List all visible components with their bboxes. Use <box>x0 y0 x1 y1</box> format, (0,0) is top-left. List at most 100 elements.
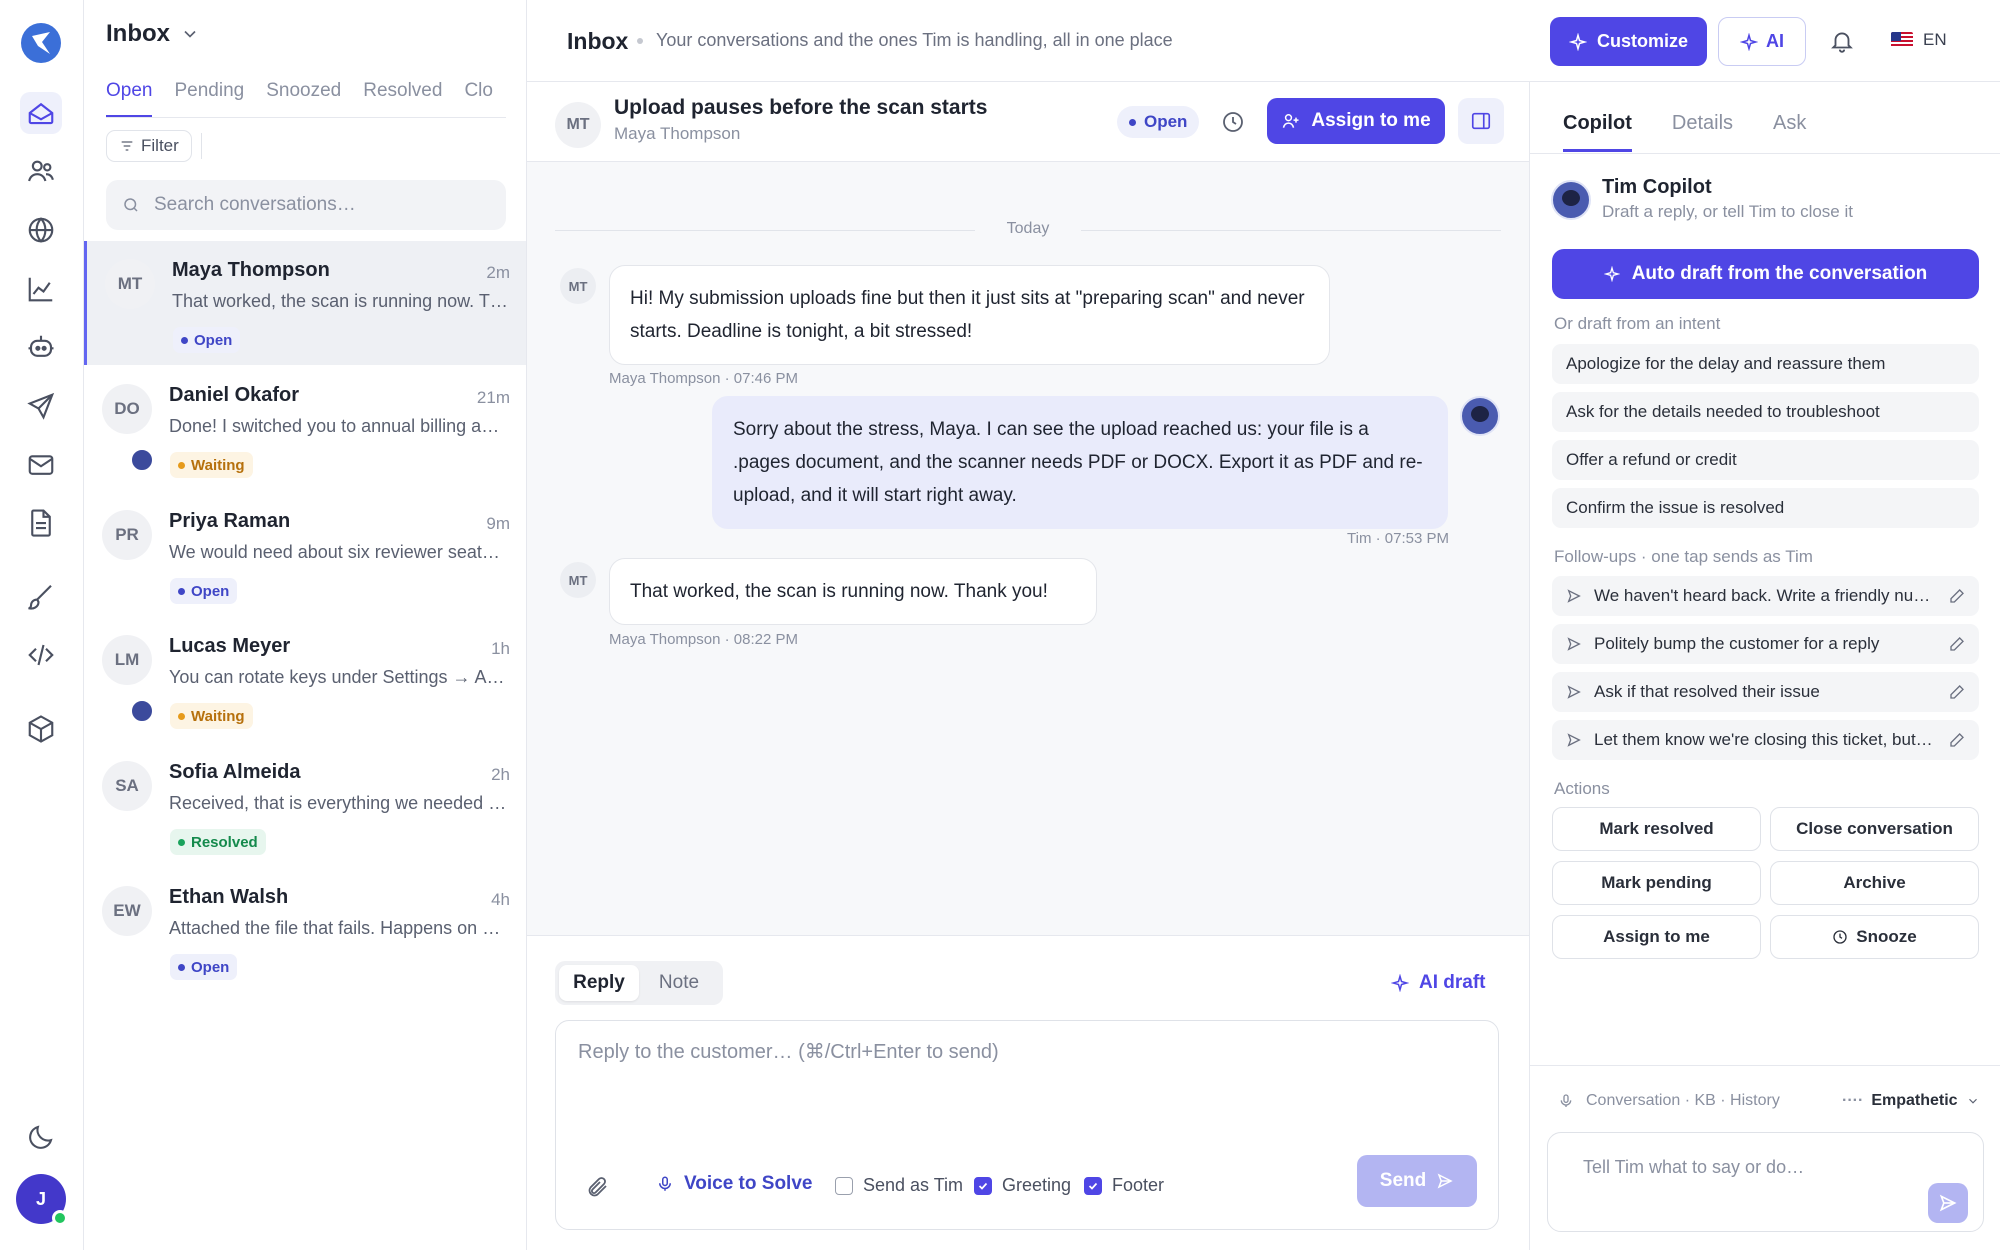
bot-icon[interactable] <box>20 326 62 368</box>
archive-button[interactable]: Archive <box>1770 861 1979 905</box>
edit-icon[interactable] <box>1949 588 1965 604</box>
tone-indicator-icon: ···· <box>1842 1092 1864 1109</box>
status-badge-label: Open <box>191 582 230 600</box>
tab-snoozed[interactable]: Snoozed <box>266 80 341 117</box>
message-bubble: That worked, the scan is running now. Th… <box>609 558 1097 625</box>
edit-icon[interactable] <box>1949 636 1965 652</box>
followup-item[interactable]: Ask if that resolved their issue <box>1552 672 1979 712</box>
send-as-tim-checkbox[interactable]: Send as Tim <box>835 1175 963 1196</box>
tone-selector[interactable]: ···· Empathetic <box>1842 1092 1980 1110</box>
conversation-item[interactable]: SA Sofia Almeida 2h Received, that is ev… <box>84 743 526 867</box>
toggle-panel-button[interactable] <box>1458 98 1504 144</box>
conversation-preview: Received, that is everything we needed f… <box>169 793 507 813</box>
tab-pending[interactable]: Pending <box>174 80 244 117</box>
footer-checkbox[interactable]: Footer <box>1084 1175 1164 1196</box>
send-icon <box>1567 685 1581 699</box>
send-icon[interactable] <box>20 385 62 427</box>
clock-icon[interactable] <box>1221 110 1245 134</box>
send-icon <box>1567 637 1581 651</box>
search-input[interactable]: Search conversations… <box>106 180 506 230</box>
dark-mode-icon[interactable] <box>20 1116 62 1158</box>
conversation-item[interactable]: MT Maya Thompson 2m That worked, the sca… <box>84 241 526 365</box>
attachment-icon[interactable] <box>586 1175 610 1199</box>
document-icon[interactable] <box>20 502 62 544</box>
mark-pending-button[interactable]: Mark pending <box>1552 861 1761 905</box>
conversation-time: 4h <box>491 890 510 909</box>
message-bubble-agent: Sorry about the stress, Maya. I can see … <box>712 396 1448 529</box>
assign-to-me-action-button[interactable]: Assign to me <box>1552 915 1761 959</box>
tab-resolved[interactable]: Resolved <box>363 80 442 117</box>
bell-icon[interactable] <box>1829 28 1855 54</box>
customize-button[interactable]: Customize <box>1550 17 1707 66</box>
mail-icon[interactable] <box>20 444 62 486</box>
mark-resolved-button[interactable]: Mark resolved <box>1552 807 1761 851</box>
add-user-icon <box>1283 114 1299 128</box>
status-label: Open <box>1144 112 1188 131</box>
followup-text: Ask if that resolved their issue <box>1594 682 1820 701</box>
assign-to-me-button[interactable]: Assign to me <box>1267 98 1445 144</box>
copilot-panel: Copilot Details Ask Tim Copilot Draft a … <box>1529 82 2000 1250</box>
conversation-preview: Attached the file that fails. Happens on… <box>169 918 507 938</box>
tab-details[interactable]: Details <box>1672 112 1733 152</box>
intent-option[interactable]: Offer a refund or credit <box>1552 440 1979 480</box>
greeting-checkbox[interactable]: Greeting <box>974 1175 1071 1196</box>
edit-icon[interactable] <box>1949 684 1965 700</box>
checkbox-checked <box>1084 1176 1102 1195</box>
message-thread: Today MT Hi! My submission uploads fine … <box>527 162 1529 935</box>
followup-text: Politely bump the customer for a reply <box>1594 634 1880 653</box>
search-placeholder: Search conversations… <box>154 194 356 215</box>
intent-option[interactable]: Confirm the issue is resolved <box>1552 488 1979 528</box>
tab-copilot[interactable]: Copilot <box>1563 112 1632 152</box>
ai-draft-button[interactable]: AI draft <box>1391 972 1486 994</box>
conversation-item[interactable]: DO Daniel Okafor 21m Done! I switched yo… <box>84 366 526 490</box>
conversation-time: 9m <box>486 514 510 533</box>
language-selector[interactable]: EN <box>1891 30 1947 50</box>
top-bar: Inbox Your conversations and the ones Ti… <box>527 0 2000 82</box>
contact-avatar: MT <box>105 259 155 309</box>
voice-to-solve-button[interactable]: Voice to Solve <box>656 1173 812 1195</box>
search-icon <box>124 198 138 212</box>
context-sources[interactable]: Conversation · KB · History <box>1558 1092 1780 1110</box>
followup-item[interactable]: Let them know we're closing this ticket,… <box>1552 720 1979 760</box>
followup-item[interactable]: Politely bump the customer for a reply <box>1552 624 1979 664</box>
tab-closed[interactable]: Clo <box>464 80 493 117</box>
analytics-icon[interactable] <box>20 268 62 310</box>
inbox-icon[interactable] <box>20 92 62 134</box>
followup-item[interactable]: We haven't heard back. Write a friendly … <box>1552 576 1979 616</box>
intent-option[interactable]: Ask for the details needed to troublesho… <box>1552 392 1979 432</box>
snooze-button[interactable]: Snooze <box>1770 915 1979 959</box>
composer-area: Reply Note AI draft Reply to the custome… <box>527 935 1529 1250</box>
reply-mode-tab[interactable]: Reply <box>559 965 639 1001</box>
customize-label: Customize <box>1596 31 1688 51</box>
brush-icon[interactable] <box>20 576 62 618</box>
contacts-icon[interactable] <box>20 150 62 192</box>
intent-option[interactable]: Apologize for the delay and reassure the… <box>1552 344 1979 384</box>
contact-avatar: EW <box>102 886 152 936</box>
status-badge[interactable]: Open <box>1117 106 1200 138</box>
auto-draft-button[interactable]: Auto draft from the conversation <box>1552 249 1979 299</box>
ask-send-button[interactable] <box>1928 1183 1968 1223</box>
ai-button[interactable]: AI <box>1718 17 1806 66</box>
tab-open[interactable]: Open <box>106 80 153 117</box>
bot-handling-icon <box>130 448 154 472</box>
edit-icon[interactable] <box>1949 732 1965 748</box>
assign-label: Assign to me <box>1311 110 1431 131</box>
tab-ask[interactable]: Ask <box>1773 112 1806 152</box>
send-button[interactable]: Send <box>1357 1155 1477 1207</box>
conversation-item[interactable]: PR Priya Raman 9m We would need about si… <box>84 492 526 616</box>
footer-label: Footer <box>1112 1175 1165 1195</box>
conversation-item[interactable]: EW Ethan Walsh 4h Attached the file that… <box>84 868 526 992</box>
note-mode-tab[interactable]: Note <box>639 965 719 1001</box>
code-icon[interactable] <box>20 634 62 676</box>
brand-logo-icon[interactable] <box>20 22 62 64</box>
filter-button[interactable]: Filter <box>106 130 192 162</box>
reply-input[interactable]: Reply to the customer… (⌘/Ctrl+Enter to … <box>555 1020 1499 1230</box>
close-conversation-button[interactable]: Close conversation <box>1770 807 1979 851</box>
inbox-switcher[interactable]: Inbox <box>106 20 200 48</box>
ask-tim-input[interactable]: Tell Tim what to say or do… <box>1547 1132 1984 1232</box>
status-badge: Open <box>170 578 238 604</box>
box-icon[interactable] <box>20 708 62 750</box>
globe-icon[interactable] <box>20 209 62 251</box>
user-avatar[interactable]: J <box>16 1174 68 1226</box>
conversation-item[interactable]: LM Lucas Meyer 1h You can rotate keys un… <box>84 617 526 741</box>
